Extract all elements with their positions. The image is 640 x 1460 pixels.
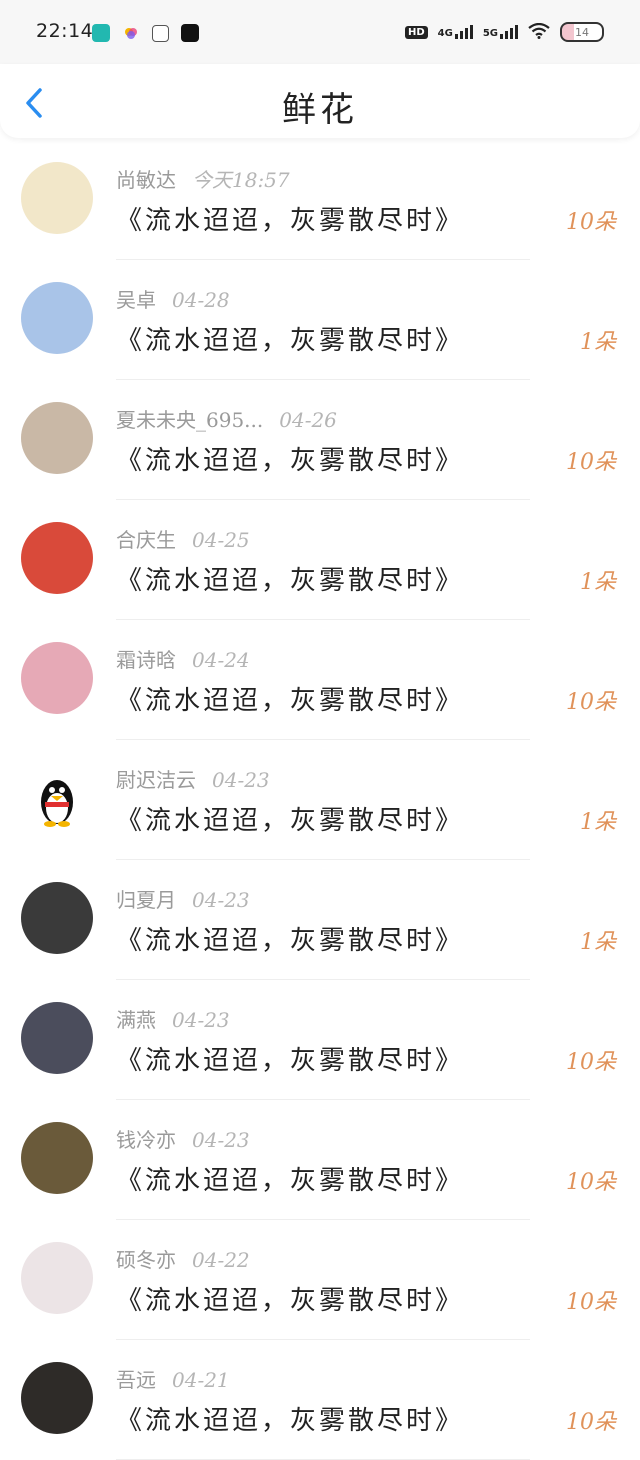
list-item[interactable]: 满燕 04-23 《流水迢迢，灰雾散尽时》 10朵 (0, 980, 640, 1100)
sender-line: 钱冷亦 04-23 (116, 1124, 250, 1153)
sender-line: 硕冬亦 04-22 (116, 1244, 250, 1273)
sender-name: 满燕 (116, 1008, 156, 1032)
send-date: 04-24 (192, 648, 250, 672)
book-title: 《流水迢迢，灰雾散尽时》 (116, 326, 465, 356)
list-item[interactable]: 夏未未央_695... 04-26 《流水迢迢，灰雾散尽时》 10朵 (0, 380, 640, 500)
send-date: 04-26 (279, 408, 337, 432)
avatar[interactable] (21, 1122, 93, 1194)
sender-name: 吴卓 (116, 288, 156, 312)
book-title: 《流水迢迢，灰雾散尽时》 (116, 446, 465, 476)
book-title: 《流水迢迢，灰雾散尽时》 (116, 1046, 465, 1076)
sender-name: 夏未未央_695... (116, 408, 264, 432)
sender-line: 吴卓 04-28 (116, 284, 230, 313)
sender-name: 吾远 (116, 1368, 156, 1392)
flower-count: 10朵 (566, 450, 616, 475)
flower-count: 10朵 (566, 1410, 616, 1435)
sender-line: 尚敏达 今天18:57 (116, 164, 290, 193)
list-item[interactable]: 硕冬亦 04-22 《流水迢迢，灰雾散尽时》 10朵 (0, 1220, 640, 1340)
flower-count: 10朵 (566, 1050, 616, 1075)
flower-count: 10朵 (566, 1170, 616, 1195)
flower-count: 10朵 (566, 690, 616, 715)
gift-list: 尚敏达 今天18:57 《流水迢迢，灰雾散尽时》 10朵 吴卓 04-28 《流水迢… (0, 140, 640, 1460)
avatar[interactable] (21, 762, 93, 834)
sender-line: 尉迟洁云 04-23 (116, 764, 270, 793)
status-time: 22:14 (36, 20, 94, 42)
sender-name: 硕冬亦 (116, 1248, 176, 1272)
network-5g: 5G (483, 25, 518, 39)
page-title: 鲜花 (282, 90, 358, 130)
avatar[interactable] (21, 402, 93, 474)
sender-line: 归夏月 04-23 (116, 884, 250, 913)
sender-line: 满燕 04-23 (116, 1004, 230, 1033)
penguin-icon (41, 780, 73, 827)
send-date: 04-23 (172, 1008, 230, 1032)
list-item[interactable]: 霜诗晗 04-24 《流水迢迢，灰雾散尽时》 10朵 (0, 620, 640, 740)
book-title: 《流水迢迢，灰雾散尽时》 (116, 566, 465, 596)
book-title: 《流水迢迢，灰雾散尽时》 (116, 686, 465, 716)
sender-line: 夏未未央_695... 04-26 (116, 404, 337, 433)
status-right: HD 4G 5G 14 (404, 22, 604, 42)
flower-count: 10朵 (566, 210, 616, 235)
header: 鲜花 (0, 64, 640, 138)
flower-count: 1朵 (580, 930, 616, 955)
book-title: 《流水迢迢，灰雾散尽时》 (116, 1166, 465, 1196)
boss-zhipin-icon (92, 24, 110, 42)
notification-icons (92, 24, 199, 42)
list-item[interactable]: 归夏月 04-23 《流水迢迢，灰雾散尽时》 1朵 (0, 860, 640, 980)
signal-icon (500, 25, 518, 39)
book-title: 《流水迢迢，灰雾散尽时》 (116, 1286, 465, 1316)
sender-name: 尉迟洁云 (116, 768, 196, 792)
book-title: 《流水迢迢，灰雾散尽时》 (116, 926, 465, 956)
send-date: 04-21 (172, 1368, 230, 1392)
send-date: 今天18:57 (192, 168, 290, 192)
list-item[interactable]: 合庆生 04-25 《流水迢迢，灰雾散尽时》 1朵 (0, 500, 640, 620)
wifi-icon (528, 22, 550, 42)
list-item[interactable]: 钱冷亦 04-23 《流水迢迢，灰雾散尽时》 10朵 (0, 1100, 640, 1220)
sender-name: 归夏月 (116, 888, 176, 912)
book-title: 《流水迢迢，灰雾散尽时》 (116, 1406, 465, 1436)
avatar[interactable] (21, 882, 93, 954)
sender-name: 钱冷亦 (116, 1128, 176, 1152)
flower-count: 10朵 (566, 1290, 616, 1315)
send-date: 04-22 (192, 1248, 250, 1272)
battery-icon: 14 (560, 22, 604, 42)
send-date: 04-23 (192, 888, 250, 912)
network-4g: 4G (438, 25, 473, 39)
sender-name: 尚敏达 (116, 168, 176, 192)
list-item[interactable]: 尉迟洁云 04-23 《流水迢迢，灰雾散尽时》 1朵 (0, 740, 640, 860)
avatar[interactable] (21, 1002, 93, 1074)
avatar[interactable] (21, 1242, 93, 1314)
avatar[interactable] (21, 282, 93, 354)
colorful-app-icon (122, 24, 140, 42)
avatar[interactable] (21, 1362, 93, 1434)
send-date: 04-23 (192, 1128, 250, 1152)
dewu-app-icon (181, 24, 199, 42)
list-item[interactable]: 尚敏达 今天18:57 《流水迢迢，灰雾散尽时》 10朵 (0, 140, 640, 260)
book-title: 《流水迢迢，灰雾散尽时》 (116, 206, 465, 236)
sender-line: 吾远 04-21 (116, 1364, 230, 1393)
send-date: 04-28 (172, 288, 230, 312)
sender-name: 合庆生 (116, 528, 176, 552)
status-bar: 22:14 HD 4G 5G 14 (0, 0, 640, 64)
flower-count: 1朵 (580, 810, 616, 835)
flower-count: 1朵 (580, 570, 616, 595)
sender-line: 合庆生 04-25 (116, 524, 250, 553)
sender-name: 霜诗晗 (116, 648, 176, 672)
send-date: 04-25 (192, 528, 250, 552)
avatar[interactable] (21, 522, 93, 594)
flower-count: 1朵 (580, 330, 616, 355)
avatar[interactable] (21, 162, 93, 234)
sender-line: 霜诗晗 04-24 (116, 644, 250, 673)
avatar[interactable] (21, 642, 93, 714)
signal-icon (454, 25, 473, 39)
hd-badge: HD (404, 25, 428, 39)
list-item[interactable]: 吾远 04-21 《流水迢迢，灰雾散尽时》 10朵 (0, 1340, 640, 1460)
book-title: 《流水迢迢，灰雾散尽时》 (116, 806, 465, 836)
list-item[interactable]: 吴卓 04-28 《流水迢迢，灰雾散尽时》 1朵 (0, 260, 640, 380)
square-app-icon (152, 24, 169, 42)
send-date: 04-23 (212, 768, 270, 792)
